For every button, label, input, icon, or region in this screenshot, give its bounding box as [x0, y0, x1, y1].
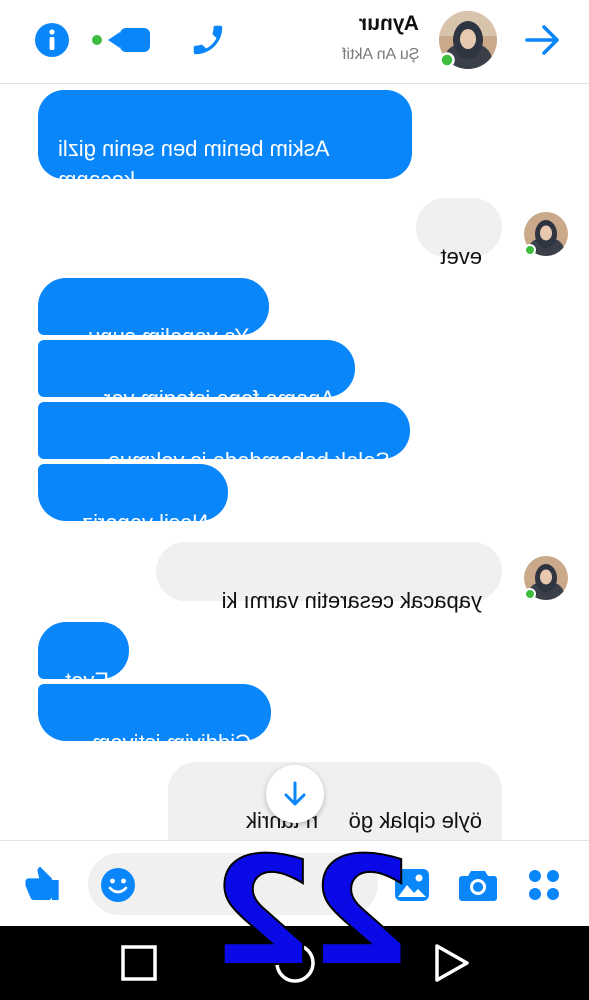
overlay-number: 22: [216, 825, 415, 1000]
info-button[interactable]: [34, 22, 70, 58]
avatar: [523, 555, 569, 601]
grid-icon: [529, 870, 559, 900]
avatar: [523, 211, 569, 257]
back-button[interactable]: [522, 20, 564, 60]
phone-icon: [193, 25, 223, 55]
recent-apps-button[interactable]: [118, 942, 160, 984]
thumbs-up-icon: [25, 866, 59, 900]
message-bubble[interactable]: Evet: [38, 622, 129, 693]
voice-call-button[interactable]: [188, 20, 228, 60]
message-bubble[interactable]: evet: [416, 198, 502, 269]
message-bubble[interactable]: yapacak cesaretin varmı ki: [156, 542, 502, 613]
emoji-icon: [101, 868, 135, 902]
more-apps-button[interactable]: [522, 863, 566, 907]
message-bubble[interactable]: Askim benim ben senin gizli kocanm: [38, 90, 412, 192]
message-text: Ciddiyim istiyom: [92, 730, 251, 755]
video-camera-icon: [92, 28, 150, 52]
arrow-right-icon: [525, 25, 559, 55]
emoji-button[interactable]: [98, 865, 138, 905]
camera-button[interactable]: [456, 863, 500, 907]
video-call-button[interactable]: [90, 22, 152, 58]
scroll-down-button[interactable]: [266, 765, 324, 823]
nav-back-button[interactable]: [428, 940, 474, 986]
message-text: Askim benim ben senin gizli kocanm: [58, 136, 330, 192]
square-icon: [121, 945, 157, 981]
triangle-icon: [435, 944, 469, 982]
message-bubble[interactable]: Anama fena istegim var: [38, 340, 355, 411]
message-bubble[interactable]: Ya yapalim sunu: [38, 278, 269, 349]
camera-icon: [459, 871, 497, 901]
message-bubble[interactable]: Ciddiyim istiyom: [38, 684, 271, 755]
info-icon: [35, 23, 69, 57]
contact-name[interactable]: Aynur: [359, 12, 419, 36]
message-bubble[interactable]: Nasil yapariz: [38, 464, 228, 535]
message-text: yapacak cesaretin varmı ki: [221, 588, 482, 613]
message-text: evet: [440, 244, 482, 269]
arrow-down-icon: [284, 781, 306, 806]
avatar[interactable]: [438, 10, 498, 70]
message-text: Nasil yapariz: [82, 510, 208, 535]
contact-status: Şu An Aktif: [341, 46, 419, 63]
chat-header: Aynur Şu An Aktif: [0, 0, 589, 84]
message-list[interactable]: Askim benim ben senin gizli kocanm evet …: [0, 85, 589, 840]
message-bubble[interactable]: Salak babamdada is yokmus: [38, 402, 410, 473]
like-button[interactable]: [20, 863, 64, 907]
